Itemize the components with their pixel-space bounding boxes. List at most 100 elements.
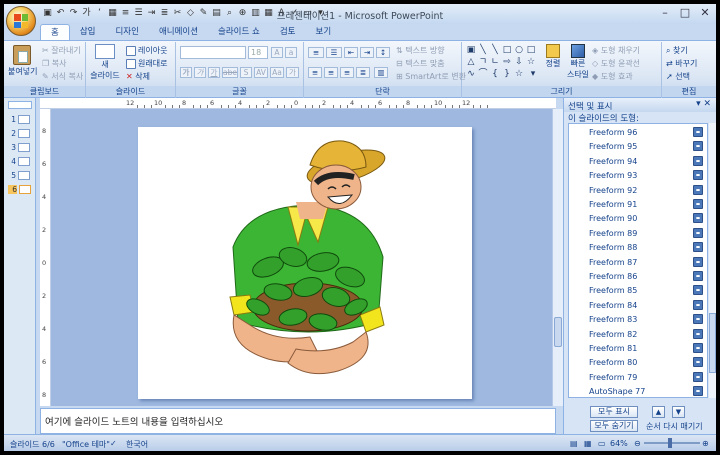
- canvas-vertical-scrollbar[interactable]: [552, 109, 563, 406]
- visibility-eye-icon[interactable]: [693, 386, 703, 397]
- slide-thumb-1[interactable]: 1: [8, 115, 30, 124]
- spell-check-icon[interactable]: ✓: [110, 439, 117, 448]
- shape-list-scroll-thumb[interactable]: [709, 313, 716, 373]
- replace-button[interactable]: ⇄ 바꾸기: [666, 58, 697, 69]
- numbering-button[interactable]: ☰: [326, 47, 342, 58]
- shape-list-item[interactable]: Freeform 89: [569, 227, 707, 241]
- slide-thumb-5[interactable]: 5: [8, 171, 30, 180]
- increase-indent-button[interactable]: ⇥: [360, 47, 374, 58]
- cut-button[interactable]: ✂ 잘라내기: [42, 45, 81, 56]
- arrange-button[interactable]: 정렬: [542, 44, 564, 69]
- shape-list-item[interactable]: Freeform 85: [569, 284, 707, 298]
- change-case-button[interactable]: Aa: [270, 67, 284, 78]
- shape-list-scrollbar[interactable]: [709, 123, 716, 398]
- move-up-button[interactable]: ▲: [652, 406, 665, 418]
- shape-effects-button[interactable]: ◆ 도형 효과: [592, 71, 633, 82]
- shrink-font-button[interactable]: a: [285, 47, 297, 58]
- shape-list-item[interactable]: Freeform 92: [569, 184, 707, 198]
- shape-list-item[interactable]: Freeform 84: [569, 299, 707, 313]
- visibility-eye-icon[interactable]: [693, 155, 703, 166]
- visibility-eye-icon[interactable]: [693, 328, 703, 339]
- zoom-in-icon[interactable]: ⊕: [702, 439, 709, 448]
- shapes-gallery[interactable]: ▣ ╲ ╲ □ ○ □ △ ㄱ ㄴ ⇨ ⇩ ☆ ∿ ⌒ { } ☆ ▾: [466, 45, 540, 85]
- shape-list-item[interactable]: AutoShape 77: [569, 385, 707, 397]
- visibility-eye-icon[interactable]: [693, 371, 703, 382]
- zoom-out-icon[interactable]: ⊖: [634, 439, 641, 448]
- visibility-eye-icon[interactable]: [693, 141, 703, 152]
- tab-insert[interactable]: 삽입: [70, 24, 106, 40]
- slideshow-view-icon[interactable]: ▭: [598, 439, 606, 448]
- shape-list-item[interactable]: Freeform 96: [569, 126, 707, 140]
- align-right-button[interactable]: ≡: [340, 67, 354, 78]
- select-button[interactable]: ➚ 선택: [666, 71, 690, 82]
- minimize-icon[interactable]: –: [658, 6, 672, 20]
- visibility-eye-icon[interactable]: [693, 227, 703, 238]
- visibility-eye-icon[interactable]: [693, 314, 703, 325]
- slide-thumb-3[interactable]: 3: [8, 143, 30, 152]
- slide[interactable]: [138, 127, 472, 399]
- slide-thumb-2[interactable]: 2: [8, 129, 30, 138]
- slide-thumb-6[interactable]: 6: [8, 185, 31, 194]
- smartart-button[interactable]: ⊞ SmartArt로 변환: [396, 71, 466, 82]
- shape-list-item[interactable]: Freeform 88: [569, 241, 707, 255]
- shape-list-item[interactable]: Freeform 93: [569, 169, 707, 183]
- align-left-button[interactable]: ≡: [308, 67, 322, 78]
- reset-button[interactable]: 원래대로: [126, 58, 167, 69]
- underline-button[interactable]: 가: [208, 67, 220, 78]
- hide-all-button[interactable]: 모두 숨기기: [590, 420, 638, 432]
- office-button[interactable]: [6, 6, 36, 36]
- format-painter-button[interactable]: ✎ 서식 복사: [42, 71, 83, 82]
- quick-styles-button[interactable]: 빠른 스타일: [566, 44, 590, 80]
- shape-list-item[interactable]: Freeform 86: [569, 270, 707, 284]
- bold-button[interactable]: 가: [180, 67, 192, 78]
- zoom-slider-knob[interactable]: [668, 438, 672, 448]
- shape-list-item[interactable]: Freeform 94: [569, 155, 707, 169]
- layout-button[interactable]: 레이아웃: [126, 45, 167, 56]
- strikethrough-button[interactable]: abe: [222, 67, 238, 78]
- find-button[interactable]: ⌕ 찾기: [666, 45, 688, 56]
- visibility-eye-icon[interactable]: [693, 184, 703, 195]
- close-pane-icon[interactable]: ▾ ✕: [696, 99, 711, 109]
- shape-list-item[interactable]: Freeform 95: [569, 140, 707, 154]
- tab-view[interactable]: 보기: [306, 24, 342, 40]
- text-direction-button[interactable]: ⇅ 텍스트 방향: [396, 45, 445, 56]
- tab-design[interactable]: 디자인: [105, 24, 148, 40]
- maximize-icon[interactable]: □: [678, 6, 692, 20]
- visibility-eye-icon[interactable]: [693, 170, 703, 181]
- visibility-eye-icon[interactable]: [693, 343, 703, 353]
- paste-button[interactable]: 붙여넣기: [8, 44, 37, 84]
- language-status[interactable]: 한국어: [126, 439, 148, 450]
- tab-slide-show[interactable]: 슬라이드 쇼: [208, 24, 270, 40]
- shape-list-item[interactable]: Freeform 83: [569, 313, 707, 327]
- columns-button[interactable]: ▥: [374, 67, 388, 78]
- visibility-eye-icon[interactable]: [693, 256, 703, 267]
- grow-font-button[interactable]: A: [271, 47, 283, 58]
- visibility-eye-icon[interactable]: [693, 213, 703, 224]
- show-all-button[interactable]: 모두 표시: [590, 406, 638, 418]
- tab-home[interactable]: 홈: [40, 24, 70, 40]
- font-color-button[interactable]: 가: [286, 67, 299, 78]
- visibility-eye-icon[interactable]: [693, 285, 703, 296]
- farmer-clipart[interactable]: [138, 127, 472, 399]
- shape-list-item[interactable]: Freeform 80: [569, 356, 707, 370]
- zoom-slider[interactable]: [644, 438, 700, 448]
- visibility-eye-icon[interactable]: [693, 357, 703, 368]
- close-icon[interactable]: ✕: [698, 6, 712, 20]
- sorter-view-icon[interactable]: ▦: [584, 439, 592, 448]
- zoom-level[interactable]: 64%: [610, 439, 628, 448]
- justify-button[interactable]: ≣: [356, 67, 370, 78]
- italic-button[interactable]: 가: [194, 67, 206, 78]
- font-name-input[interactable]: [180, 46, 246, 59]
- slide-thumb-4[interactable]: 4: [8, 157, 30, 166]
- notes-pane[interactable]: 여기에 슬라이드 노트의 내용을 입력하십시오: [40, 408, 556, 434]
- shape-outline-button[interactable]: ◇ 도형 윤곽선: [592, 58, 640, 69]
- copy-button[interactable]: ❐ 복사: [42, 58, 66, 69]
- line-spacing-button[interactable]: ↕: [376, 47, 390, 58]
- new-slide-button[interactable]: 새 슬라이드: [90, 44, 120, 86]
- shape-list-item[interactable]: Freeform 91: [569, 198, 707, 212]
- shape-list-item[interactable]: Freeform 87: [569, 256, 707, 270]
- tab-animations[interactable]: 애니메이션: [149, 24, 208, 40]
- shape-list-item[interactable]: Freeform 79: [569, 371, 707, 385]
- visibility-eye-icon[interactable]: [693, 299, 703, 310]
- font-size-input[interactable]: 18: [248, 46, 268, 59]
